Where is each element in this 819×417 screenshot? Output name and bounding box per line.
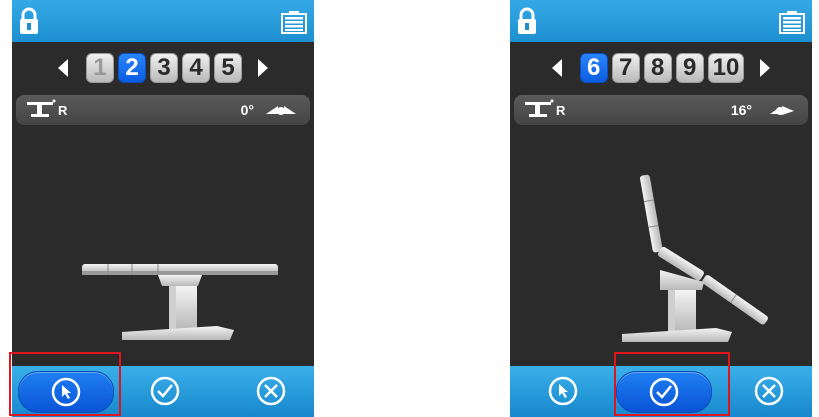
rotation-label: R [556, 103, 566, 118]
select-button[interactable] [538, 371, 588, 411]
cancel-icon [256, 376, 286, 406]
position-pager: 6 7 8 9 10 [510, 50, 812, 86]
battery-icon [281, 11, 307, 34]
tilt-icon [266, 106, 296, 115]
arrow-right-icon [258, 59, 268, 77]
cancel-icon [754, 376, 784, 406]
position-button-3[interactable]: 3 [150, 53, 178, 83]
previous-page-arrow[interactable] [550, 58, 564, 78]
previous-page-arrow[interactable] [56, 58, 70, 78]
lock-icon[interactable] [516, 6, 538, 36]
position-button-7[interactable]: 7 [611, 53, 640, 83]
position-button-8[interactable]: 8 [643, 53, 672, 83]
position-button-1[interactable]: 1 [86, 53, 114, 83]
position-pager: 1 2 3 4 5 [12, 50, 314, 86]
top-bar [510, 0, 812, 42]
cancel-button[interactable] [744, 371, 794, 411]
tilt-icon [770, 106, 794, 115]
position-button-10[interactable]: 10 [707, 53, 745, 83]
next-page-arrow[interactable] [256, 58, 270, 78]
status-bar: R 0° [16, 95, 310, 125]
selection-highlight-left [9, 352, 121, 416]
arrow-left-icon [58, 59, 68, 77]
lock-icon[interactable] [18, 6, 40, 36]
arrow-left-icon [551, 59, 562, 77]
status-bar: R 16° [514, 95, 808, 125]
angle-readout: 16° [730, 102, 752, 118]
angle-readout: 0° [240, 102, 254, 118]
table-illustration-reclined [622, 174, 768, 342]
check-icon [150, 376, 180, 406]
position-button-6[interactable]: 6 [579, 53, 608, 83]
top-bar [12, 0, 314, 42]
rotation-label: R [58, 103, 68, 118]
selection-highlight-right [614, 352, 730, 416]
position-button-2[interactable]: 2 [118, 53, 146, 83]
table-illustration-flat [82, 264, 278, 340]
operating-table-icon [525, 99, 554, 117]
arrow-right-icon [760, 59, 771, 77]
confirm-button[interactable] [140, 371, 190, 411]
position-button-4[interactable]: 4 [182, 53, 210, 83]
position-button-5[interactable]: 5 [214, 53, 242, 83]
pointer-icon [548, 376, 578, 406]
next-page-arrow[interactable] [758, 58, 772, 78]
position-button-9[interactable]: 9 [675, 53, 704, 83]
cancel-button[interactable] [246, 371, 296, 411]
operating-table-icon [27, 99, 56, 117]
battery-icon [779, 11, 805, 34]
